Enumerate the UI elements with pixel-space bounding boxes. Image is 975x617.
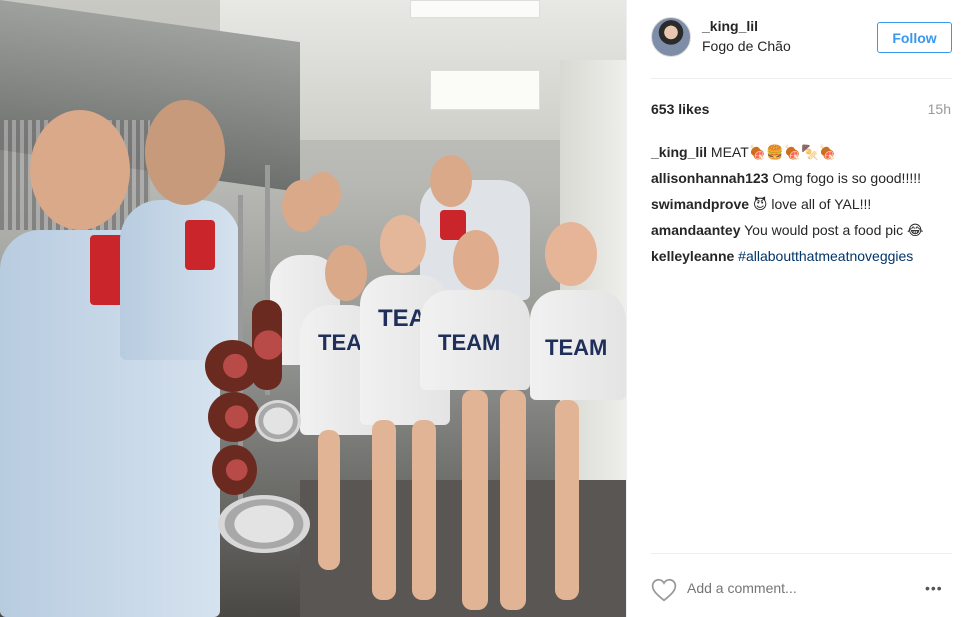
photo-ceiling-light	[430, 70, 540, 110]
comment-text: MEAT🍖🍔🍖🍢🍖	[710, 144, 836, 160]
photo-person-head	[430, 155, 472, 207]
photo-tee-print: TEAM	[545, 335, 608, 360]
post-timestamp[interactable]: 15h	[928, 101, 951, 117]
divider	[651, 78, 952, 79]
comment-text: Omg fogo is so good!!!!!	[772, 170, 922, 186]
photo-person-head	[145, 100, 225, 205]
photo-leg	[500, 390, 526, 610]
comment-username[interactable]: allisonhannah123	[651, 170, 768, 186]
comment-text: You would post a food pic 😂	[744, 222, 924, 238]
photo-person-head	[453, 230, 499, 290]
photo-plate	[218, 495, 310, 553]
photo-leg	[412, 420, 436, 600]
photo-meat	[208, 392, 260, 442]
photo-person-head	[282, 180, 322, 232]
photo-scarf	[185, 220, 215, 270]
comment-username[interactable]: _king_lil	[651, 144, 707, 160]
photo-plate	[255, 400, 301, 442]
post-header: _king_lil Fogo de Chão Follow	[627, 0, 975, 78]
comment-item: allisonhannah123 Omg fogo is so good!!!!…	[651, 165, 961, 191]
post-photo[interactable]: TEAM TEAM TEAM TEAM	[0, 0, 626, 617]
heart-icon[interactable]	[651, 578, 677, 602]
post-side-panel: _king_lil Fogo de Chão Follow 653 likes …	[626, 0, 975, 617]
comment-username[interactable]: amandaantey	[651, 222, 740, 238]
comments-list: _king_lil MEAT🍖🍔🍖🍢🍖 allisonhannah123 Omg…	[651, 139, 961, 269]
photo-leg	[462, 390, 488, 610]
photo-person	[120, 200, 240, 360]
photo-leg	[318, 430, 340, 570]
photo-person-head	[30, 110, 130, 230]
photo-person-head	[325, 245, 367, 301]
profile-avatar-icon[interactable]	[651, 17, 691, 57]
comment-item: swimandprove 😈 love all of YAL!!!	[651, 191, 961, 217]
photo-tee-print: TEAM	[438, 330, 501, 355]
likes-count[interactable]: 653 likes	[651, 101, 709, 117]
post-username[interactable]: _king_lil	[702, 18, 758, 34]
photo-person-head	[380, 215, 426, 273]
photo-leg	[372, 420, 396, 600]
comment-item: _king_lil MEAT🍖🍔🍖🍢🍖	[651, 139, 961, 165]
post-location[interactable]: Fogo de Chão	[702, 38, 791, 54]
comment-item: amandaantey You would post a food pic 😂	[651, 217, 961, 243]
follow-button[interactable]: Follow	[877, 22, 952, 53]
add-comment-input[interactable]	[687, 580, 907, 596]
comment-item: kelleyleanne #allaboutthatmeatnoveggies	[651, 243, 961, 269]
photo-meat	[212, 445, 257, 495]
comment-hashtag[interactable]: #allaboutthatmeatnoveggies	[738, 248, 913, 264]
comment-username[interactable]: swimandprove	[651, 196, 749, 212]
comment-text: 😈 love all of YAL!!!	[752, 196, 872, 212]
photo-meat	[252, 300, 282, 390]
photo-leg	[555, 400, 579, 600]
divider	[651, 553, 952, 554]
photo-person-head	[545, 222, 597, 286]
more-options-button[interactable]: •••	[925, 580, 943, 596]
comment-username[interactable]: kelleyleanne	[651, 248, 734, 264]
photo-ceiling-light	[410, 0, 540, 18]
